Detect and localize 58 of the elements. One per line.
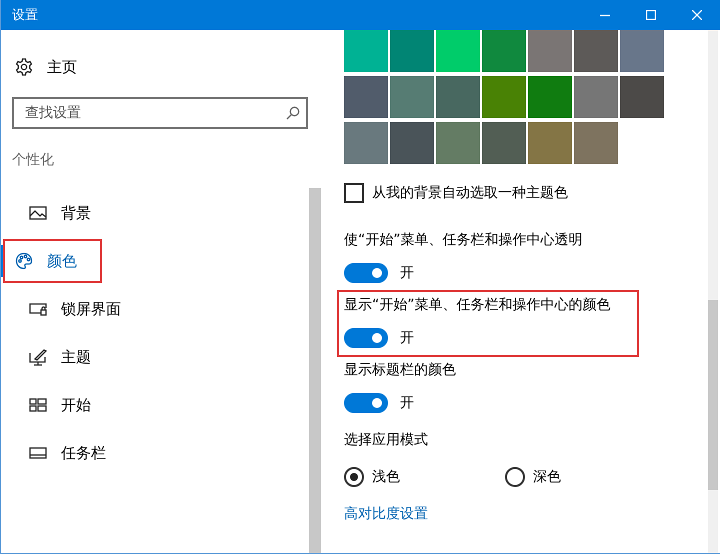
palette-icon (15, 252, 33, 270)
color-swatch[interactable] (344, 76, 388, 118)
settings-icon (15, 58, 33, 76)
radio-button[interactable] (344, 467, 364, 487)
color-swatch[interactable] (574, 30, 618, 72)
sidebar-item[interactable]: 开始 (1, 381, 301, 429)
tiles-icon (29, 396, 47, 414)
setting-label: 显示标题栏的颜色 (344, 361, 457, 380)
search-field[interactable]: 查找设置 (12, 97, 308, 129)
color-swatch[interactable] (528, 30, 572, 72)
color-swatch[interactable] (482, 76, 526, 118)
picture-icon (29, 204, 47, 222)
color-swatch[interactable] (482, 30, 526, 72)
checkbox-label: 从我的背景自动选取一种主题色 (372, 184, 568, 202)
sidebar-item[interactable]: 主题 (1, 333, 301, 381)
search-icon (286, 106, 300, 120)
toggle-switch[interactable] (344, 328, 388, 348)
setting-label: 显示“开始”菜单、任务栏和操作中心的颜色 (344, 296, 612, 315)
sidebar-item[interactable]: 背景 (1, 189, 301, 237)
color-swatch[interactable] (390, 122, 434, 164)
sidebar-item[interactable]: 颜色 (1, 237, 301, 285)
toggle-state: 开 (400, 394, 414, 412)
checkbox[interactable] (344, 183, 364, 203)
color-swatch[interactable] (436, 122, 480, 164)
setting-label: 选择应用模式 (344, 431, 429, 450)
toggle-state: 开 (400, 329, 414, 347)
setting-label: 使“开始”菜单、任务栏和操作中心透明 (344, 231, 584, 250)
color-swatch[interactable] (620, 30, 664, 72)
color-swatch[interactable] (528, 122, 572, 164)
section-heading: 个性化 (12, 151, 55, 170)
scrollbar[interactable] (309, 188, 321, 553)
radio-button[interactable] (505, 467, 525, 487)
color-swatch[interactable] (620, 76, 664, 118)
color-swatch[interactable] (436, 76, 480, 118)
color-swatch[interactable] (482, 122, 526, 164)
monitor-brush-icon (29, 348, 47, 366)
toggle-switch[interactable] (344, 263, 388, 283)
color-swatch[interactable] (574, 76, 618, 118)
color-swatch[interactable] (574, 122, 618, 164)
toggle-switch[interactable] (344, 393, 388, 413)
scrollbar[interactable] (708, 30, 718, 553)
scrollbar-thumb[interactable] (708, 300, 718, 490)
color-swatch[interactable] (436, 30, 480, 72)
color-swatch[interactable] (344, 122, 388, 164)
toggle-state: 开 (400, 264, 414, 282)
color-swatch[interactable] (390, 30, 434, 72)
high-contrast-link[interactable]: 高对比度设置 (344, 505, 428, 523)
window-title: 设置 (12, 7, 39, 24)
radio-label: 浅色 (372, 468, 400, 486)
maximize-icon (646, 10, 656, 20)
radio-label: 深色 (533, 468, 561, 486)
color-swatch[interactable] (390, 76, 434, 118)
color-swatch[interactable] (528, 76, 572, 118)
sidebar-item[interactable]: 任务栏 (1, 429, 301, 477)
sidebar-item[interactable]: 锁屏界面 (1, 285, 301, 333)
color-swatch[interactable] (344, 30, 388, 72)
home-link[interactable]: 主页 (47, 58, 77, 76)
close-icon (692, 10, 702, 20)
